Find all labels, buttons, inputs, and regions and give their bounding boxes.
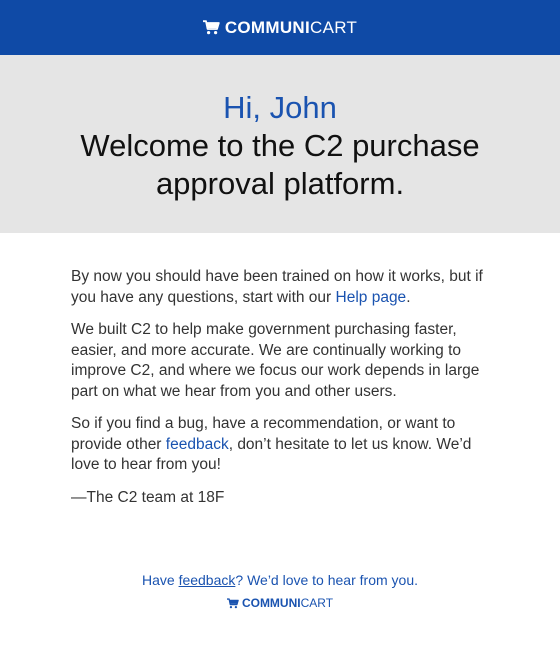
message-body: By now you should have been trained on h… xyxy=(0,233,560,508)
intro-paragraph: By now you should have been trained on h… xyxy=(71,267,489,308)
brand-logo[interactable]: COMMUNICART xyxy=(202,18,357,38)
logo-bold-text: COMMUNI xyxy=(224,17,311,37)
logo-text: COMMUNICART xyxy=(225,18,357,38)
intro-end: . xyxy=(406,288,411,306)
shopping-cart-icon xyxy=(202,20,220,35)
footer-brand-logo[interactable]: COMMUNICART xyxy=(0,596,560,610)
help-page-link[interactable]: Help page xyxy=(336,289,407,306)
feedback-paragraph: So if you find a bug, have a recommendat… xyxy=(71,414,489,476)
footer: Have feedback? We’d love to hear from yo… xyxy=(0,572,560,610)
shopping-cart-icon xyxy=(226,597,239,608)
purpose-paragraph: We built C2 to help make government purc… xyxy=(71,321,480,400)
welcome-headline: Welcome to the C2 purchase approval plat… xyxy=(80,128,480,201)
footer-feedback-line: Have feedback? We’d love to hear from yo… xyxy=(0,572,560,588)
footer-text-end: ? We’d love to hear from you. xyxy=(235,572,418,588)
footer-text: Have xyxy=(141,572,179,588)
greeting-heading: Hi, John xyxy=(223,90,337,125)
feedback-link[interactable]: feedback xyxy=(166,436,229,453)
header-bar: COMMUNICART xyxy=(0,0,560,55)
footer-feedback-link[interactable]: feedback xyxy=(179,572,236,588)
signature: —The C2 team at 18F xyxy=(71,488,225,506)
hero-banner: Hi, John Welcome to the C2 purchase appr… xyxy=(0,55,560,233)
footer-logo-bold: COMMUNI xyxy=(241,596,301,610)
footer-logo-light: CART xyxy=(300,596,334,610)
footer-logo-text: COMMUNICART xyxy=(242,596,333,610)
intro-text: By now you should have been trained on h… xyxy=(71,268,483,306)
logo-light-text: CART xyxy=(310,17,358,37)
